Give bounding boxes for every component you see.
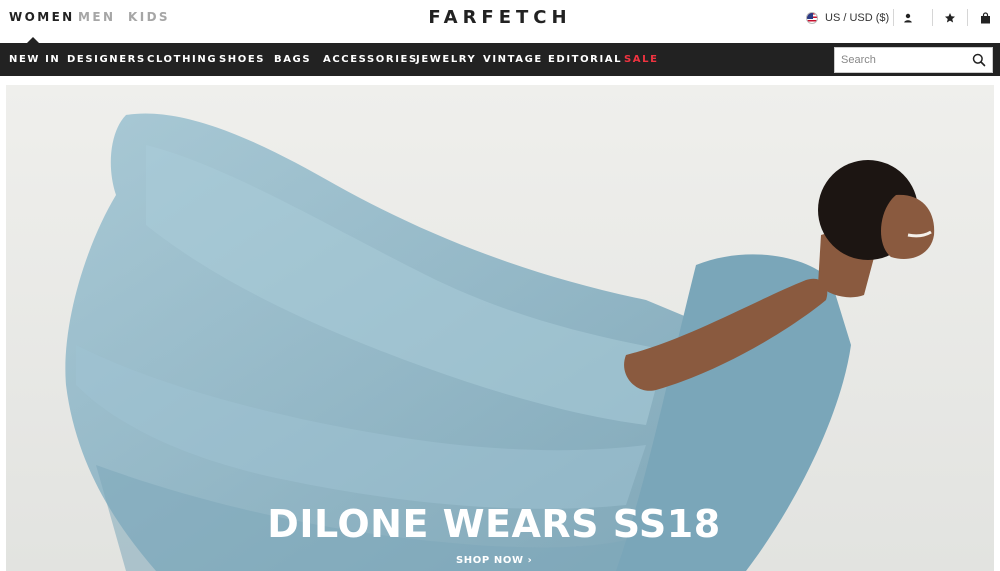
nav-item-shoes[interactable]: SHOES [219,54,265,65]
search-input[interactable] [835,48,965,72]
gender-tab-women[interactable]: WOMEN [9,10,75,24]
locale-label: US / USD ($) [825,12,890,24]
user-icon[interactable] [898,8,918,28]
nav-item-bags[interactable]: BAGS [274,54,311,65]
nav-item-editorial[interactable]: EDITORIAL [548,54,622,65]
gender-tab-kids[interactable]: KIDS [128,10,170,24]
us-flag-icon [806,12,818,24]
nav-item-clothing[interactable]: CLOTHING [147,54,217,65]
search-icon[interactable] [971,52,987,68]
logo[interactable]: FARFETCH [420,7,580,28]
divider [893,9,894,26]
search-box [834,47,993,73]
nav-item-jewelry[interactable]: JEWELRY [416,54,476,65]
shop-now-link[interactable]: SHOP NOW › [456,555,532,566]
top-bar: WOMEN MEN KIDS FARFETCH US / USD ($) [0,0,1000,43]
hero-image [6,85,994,571]
nav-item-new-in[interactable]: NEW IN [9,54,60,65]
nav-item-vintage[interactable]: VINTAGE [483,54,543,65]
nav-item-accessories[interactable]: ACCESSORIES [323,54,418,65]
hero-banner[interactable] [6,85,994,571]
gender-tab-men[interactable]: MEN [78,10,115,24]
nav-item-sale[interactable]: SALE [624,54,659,65]
bag-icon[interactable] [975,8,995,28]
locale-selector[interactable]: US / USD ($) [806,10,889,26]
hero-title: DILONE WEARS SS18 [267,502,721,546]
divider [967,9,968,26]
nav-item-designers[interactable]: DESIGNERS [67,54,146,65]
star-icon[interactable] [940,8,960,28]
divider [932,9,933,26]
